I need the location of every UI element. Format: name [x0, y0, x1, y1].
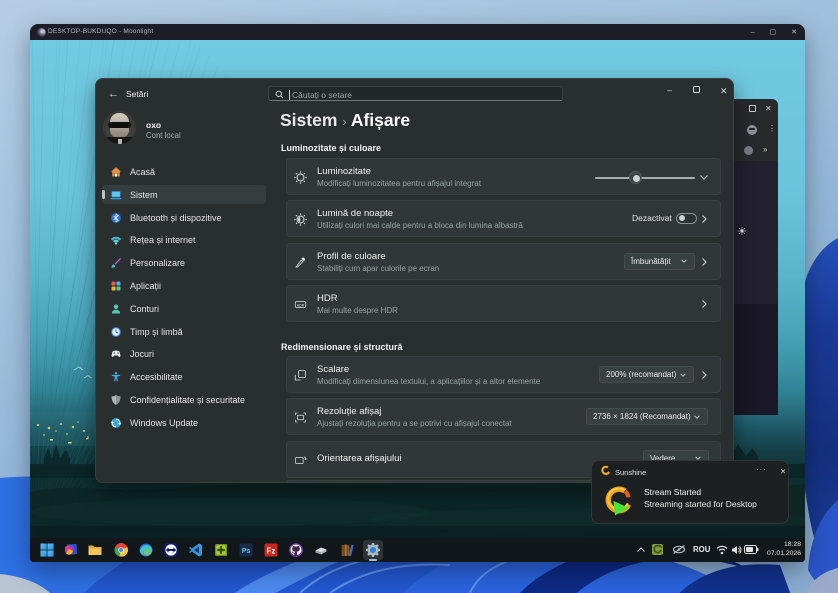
- svg-text:Fz: Fz: [267, 547, 276, 556]
- svg-text:HDR: HDR: [297, 303, 305, 307]
- svg-text:Ps: Ps: [242, 548, 251, 555]
